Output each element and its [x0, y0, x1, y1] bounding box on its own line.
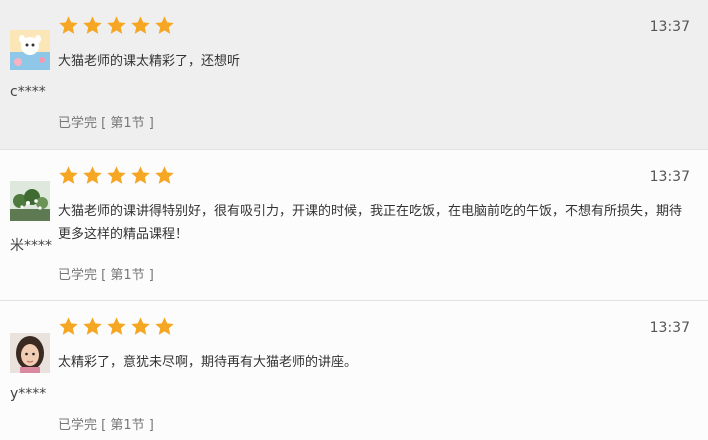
review-time: 13:37	[649, 169, 690, 185]
star-icon	[83, 317, 102, 335]
star-icon	[131, 16, 150, 34]
star-icon	[107, 317, 126, 335]
star-icon	[155, 16, 174, 34]
avatar-girl-icon[interactable]	[10, 333, 50, 373]
star-icon	[59, 16, 78, 34]
username: 米****	[10, 238, 52, 254]
rating-stars	[58, 316, 175, 337]
review-time: 13:37	[649, 19, 690, 35]
star-icon	[59, 317, 78, 335]
star-icon	[131, 166, 150, 184]
star-icon	[107, 16, 126, 34]
rating-stars	[58, 165, 175, 186]
review-item: 米**** 13:37 大猫老师的课讲得特别好，很有吸引力，开课的时候，我正在吃…	[0, 149, 708, 300]
avatar-plant-icon[interactable]	[10, 181, 50, 221]
star-icon	[155, 317, 174, 335]
star-icon	[131, 317, 150, 335]
progress-status: 已学完 [ 第1节 ]	[58, 116, 154, 131]
review-content: 太精彩了，意犹未尽啊，期待再有大猫老师的讲座。	[58, 355, 358, 370]
review-item: c**** 13:37 大猫老师的课太精彩了，还想听 已学完 [ 第1节 ]	[0, 0, 708, 149]
star-icon	[107, 166, 126, 184]
star-icon	[155, 166, 174, 184]
username: y****	[10, 386, 47, 402]
review-time: 13:37	[649, 320, 690, 336]
review-content: 大猫老师的课太精彩了，还想听	[58, 54, 241, 69]
progress-status: 已学完 [ 第1节 ]	[58, 268, 154, 283]
avatar-cartoon-icon[interactable]	[10, 30, 50, 70]
review-content: 大猫老师的课讲得特别好，很有吸引力，开课的时候，我正在吃饭，在电脑前吃的午饭，不…	[58, 204, 683, 242]
rating-stars	[58, 15, 175, 36]
username: c****	[10, 84, 46, 100]
progress-status: 已学完 [ 第1节 ]	[58, 418, 154, 433]
star-icon	[59, 166, 78, 184]
star-icon	[83, 166, 102, 184]
star-icon	[83, 16, 102, 34]
review-item: y**** 13:37 太精彩了，意犹未尽啊，期待再有大猫老师的讲座。 已学完 …	[0, 300, 708, 440]
